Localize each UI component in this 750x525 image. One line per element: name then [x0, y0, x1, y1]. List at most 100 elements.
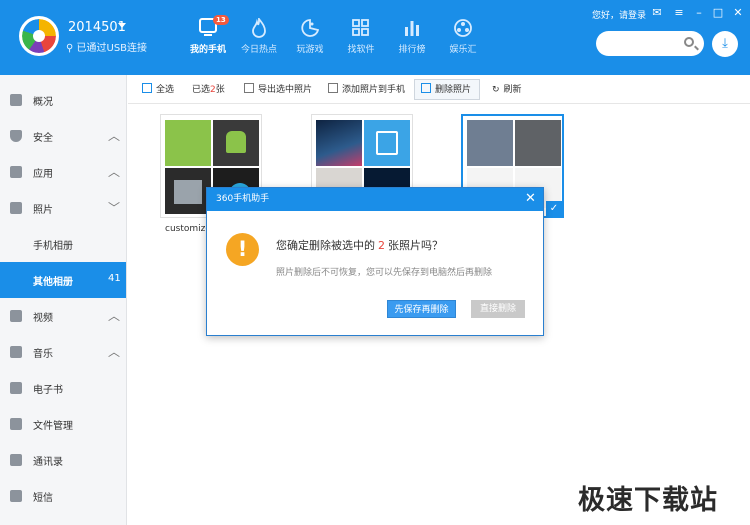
- flame-icon: [252, 18, 266, 38]
- sidebar-item-label: 电子书: [33, 385, 63, 396]
- delete-photos-button[interactable]: 删除照片: [421, 82, 471, 95]
- sidebar-item-other-albums[interactable]: 其他相册 41: [0, 262, 126, 298]
- minimize-icon[interactable]: –: [692, 6, 706, 20]
- sidebar-item-contacts[interactable]: 通讯录: [0, 442, 126, 478]
- album-label: customize: [165, 224, 211, 234]
- sidebar-item-files[interactable]: 文件管理: [0, 406, 126, 442]
- city-night-image: [316, 120, 362, 166]
- selected-suffix: 张: [215, 85, 225, 95]
- sidebar-item-label: 视频: [33, 313, 53, 324]
- trash-icon: [421, 83, 431, 93]
- menu-icon[interactable]: ≡: [672, 6, 686, 20]
- chevron-down-icon[interactable]: ﹀: [108, 199, 120, 216]
- add-photos-button[interactable]: 添加照片到手机: [328, 82, 405, 95]
- selected-count: 已选2张: [192, 82, 225, 95]
- sidebar-item-label: 手机相册: [33, 241, 73, 252]
- delete-directly-button[interactable]: 直接删除: [471, 300, 525, 318]
- game-icon: [301, 19, 320, 37]
- maximize-icon[interactable]: □: [711, 6, 725, 20]
- search-icon[interactable]: [684, 37, 694, 47]
- nav-hot-today[interactable]: 今日热点: [236, 18, 282, 55]
- album-count: 41: [108, 273, 121, 284]
- chevron-up-icon[interactable]: ︿: [108, 343, 120, 360]
- sidebar-item-overview[interactable]: 概况: [0, 82, 126, 118]
- nav-games[interactable]: 玩游戏: [287, 18, 333, 55]
- checkbox-icon: [142, 83, 152, 93]
- sidebar-item-ebook[interactable]: 电子书: [0, 370, 126, 406]
- search-input[interactable]: [596, 31, 704, 56]
- sidebar-item-apps[interactable]: 应用 ︿: [0, 154, 126, 190]
- export-label: 导出选中照片: [258, 85, 313, 95]
- bar-chart-icon: [405, 21, 419, 36]
- contacts-icon: [10, 454, 22, 466]
- save-then-delete-button[interactable]: 先保存再删除: [387, 300, 456, 318]
- blue-image: [364, 120, 410, 166]
- confirm-delete-dialog: 360手机助手 ✕ ! 您确定删除被选中的 2 张照片吗？ 照片删除后不可恢复，您可…: [206, 187, 544, 336]
- sidebar-item-photos[interactable]: 照片 ﹀: [0, 190, 126, 226]
- apps-icon: [10, 166, 22, 178]
- dialog-subtext: 照片删除后不可恢复，您可以先保存到电脑然后再删除: [276, 268, 493, 278]
- sidebar-item-label: 其他相册: [33, 277, 73, 288]
- selected-check-icon[interactable]: ✓: [546, 201, 562, 216]
- dialog-message: 您确定删除被选中的 2 张照片吗？: [276, 237, 443, 253]
- nav-ranking[interactable]: 排行榜: [389, 18, 435, 55]
- select-all-button[interactable]: 全选: [142, 82, 174, 95]
- sidebar-item-label: 照片: [33, 205, 53, 216]
- sidebar-item-music[interactable]: 音乐 ︿: [0, 334, 126, 370]
- sidebar-item-label: 通讯录: [33, 457, 63, 468]
- music-icon: [10, 346, 22, 358]
- sidebar-item-label: 短信: [33, 493, 53, 504]
- export-icon: [244, 83, 254, 93]
- chevron-down-icon[interactable]: [118, 23, 126, 28]
- refresh-label: 刷新: [503, 85, 522, 95]
- nav-label: 找软件: [347, 45, 375, 55]
- close-icon[interactable]: ✕: [731, 6, 745, 20]
- nav-entertainment[interactable]: 娱乐汇: [440, 18, 486, 55]
- sidebar-item-video[interactable]: 视频 ︿: [0, 298, 126, 334]
- chevron-up-icon[interactable]: ︿: [108, 307, 120, 324]
- shield-icon: [10, 130, 22, 142]
- dialog-message-suffix: 张照片吗？: [388, 239, 443, 252]
- refresh-button[interactable]: ↻ 刷新: [492, 82, 522, 95]
- photo-icon: [10, 202, 22, 214]
- sidebar: 概况 安全 ︿ 应用 ︿ 照片 ﹀ 手机相册 其他相册 41 视频 ︿ 音乐 ︿…: [0, 75, 127, 525]
- home-icon: [10, 94, 22, 106]
- sidebar-item-label: 文件管理: [33, 421, 73, 432]
- sidebar-item-label: 安全: [33, 133, 53, 144]
- sidebar-item-label: 应用: [33, 169, 53, 180]
- selected-prefix: 已选: [192, 85, 211, 95]
- android-app-image: [165, 120, 211, 166]
- close-icon[interactable]: ✕: [525, 188, 536, 210]
- message-icon[interactable]: ✉: [650, 6, 664, 20]
- screenshot-image: [515, 120, 561, 166]
- connection-status-text: 已通过USB连接: [76, 43, 148, 54]
- add-icon: [328, 83, 338, 93]
- nav-label: 排行榜: [398, 45, 426, 55]
- login-link[interactable]: 您好，请登录: [592, 8, 646, 21]
- sidebar-item-sms[interactable]: 短信: [0, 478, 126, 514]
- nav-label: 今日热点: [240, 45, 277, 55]
- watermark: 极速下载站: [578, 485, 718, 516]
- main-nav: 13 我的手机 今日热点 玩游戏 找软件 排行榜 娱乐汇: [185, 15, 491, 55]
- film-reel-icon: [454, 19, 472, 37]
- sidebar-item-label: 音乐: [33, 349, 53, 360]
- chevron-up-icon[interactable]: ︿: [108, 163, 120, 180]
- sidebar-item-label: 概况: [33, 97, 53, 108]
- video-icon: [10, 310, 22, 322]
- app-logo-icon: [19, 16, 59, 56]
- dialog-message-prefix: 您确定删除被选中的: [276, 239, 375, 252]
- connection-status: ⚲ 已通过USB连接: [66, 43, 148, 54]
- notification-badge: 13: [213, 15, 229, 25]
- nav-my-phone[interactable]: 13 我的手机: [185, 15, 231, 55]
- export-button[interactable]: 导出选中照片: [244, 82, 312, 95]
- dialog-message-count: 2: [378, 239, 385, 252]
- sidebar-item-security[interactable]: 安全 ︿: [0, 118, 126, 154]
- nav-software[interactable]: 找软件: [338, 18, 384, 55]
- chevron-up-icon[interactable]: ︿: [108, 127, 120, 144]
- download-icon[interactable]: ⤓: [712, 31, 738, 57]
- sms-icon: [10, 490, 22, 502]
- sidebar-item-phone-album[interactable]: 手机相册: [0, 226, 126, 262]
- folder-icon: [10, 418, 22, 430]
- screenshot-image: [467, 120, 513, 166]
- apps-grid-icon: [352, 19, 369, 36]
